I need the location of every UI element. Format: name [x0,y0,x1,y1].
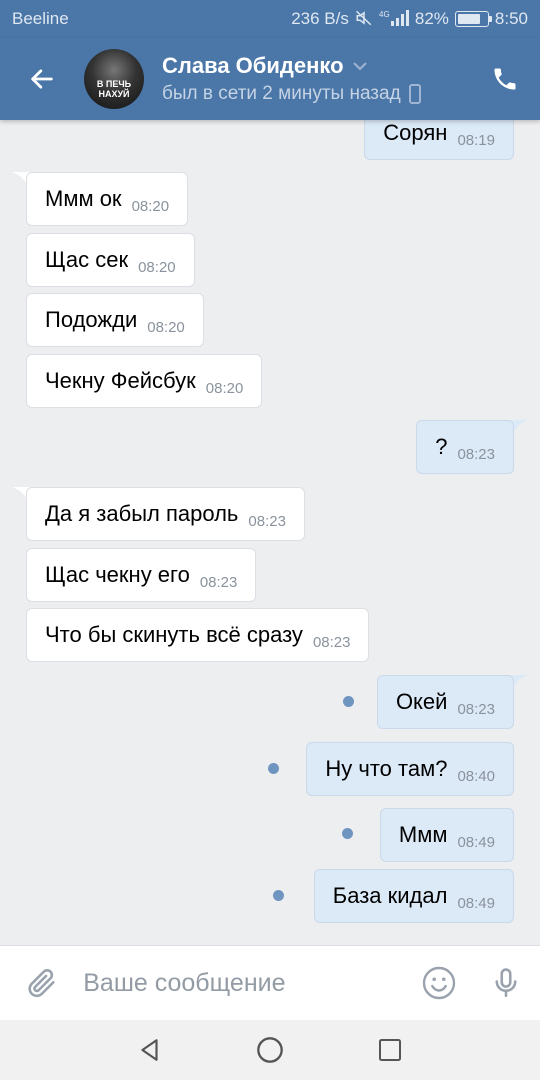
nav-back-button[interactable] [132,1032,168,1068]
nav-recents-button[interactable] [372,1032,408,1068]
message-incoming[interactable]: Ммм ок 08:20 [26,172,189,226]
status-bar: Beeline 236 B/s 4G 82% 8:50 [0,0,540,38]
unread-indicator [268,763,279,774]
message-incoming[interactable]: Щас чекну его 08:23 [26,548,257,602]
message-outgoing[interactable]: База кидал 08:49 [313,869,514,923]
avatar-caption-2: НАХУЙ [98,89,130,99]
message-time: 08:23 [248,512,286,530]
message-time: 08:23 [457,445,495,463]
compose-bar [0,945,540,1020]
message-text: Сорян [383,120,448,145]
message-text: База кидал [332,883,448,908]
message-time: 08:20 [131,197,170,215]
message-time: 08:23 [199,573,238,591]
unread-indicator [273,890,284,901]
message-input[interactable] [83,968,406,998]
message-time: 08:49 [457,894,495,912]
unread-indicator [342,828,353,839]
call-button[interactable] [470,38,540,120]
message-incoming[interactable]: Да я забыл пароль 08:23 [26,487,305,541]
back-button[interactable] [0,38,84,120]
battery-icon [454,11,492,27]
message-text: Подожди [45,307,138,332]
unread-indicator [343,696,354,707]
message-text: ? [435,434,448,459]
avatar-caption-1: В ПЕЧЬ [96,79,132,89]
message-text: Окей [395,689,448,714]
chevron-down-icon [352,62,367,71]
arrow-left-icon [31,69,53,89]
microphone-icon [495,968,517,998]
message-text: Да я забыл пароль [45,501,239,526]
message-text: Щас сек [45,247,129,272]
network-type: 4G [379,10,390,19]
message-outgoing[interactable]: Окей 08:23 [376,675,514,729]
message-incoming[interactable]: Щас сек 08:20 [26,233,195,287]
message-incoming[interactable]: Чекну Фейсбук 08:20 [26,354,263,408]
message-outgoing[interactable]: Ну что там? 08:40 [306,742,514,796]
contact-info[interactable]: Слава Обиденко был в сети 2 минуты назад [162,53,470,105]
contact-name: Слава Обиденко [162,53,344,78]
message-text: Ну что там? [325,756,448,781]
carrier-label: Beeline [12,9,69,28]
message-text: Ммм [398,822,448,847]
circle-home-icon [257,1037,283,1063]
message-time: 08:40 [457,767,495,785]
message-incoming[interactable]: Что бы скинуть всё сразу 08:23 [26,608,370,662]
message-text: Ммм ок [45,186,122,211]
phone-icon [494,68,516,90]
system-nav-bar [0,1020,540,1080]
message-text: Щас чекну его [45,562,190,587]
message-list[interactable]: Сорян 08:19 Ммм ок 08:20 Щас сек 08:20 П… [0,120,540,945]
message-outgoing[interactable]: Ммм 08:49 [379,808,514,862]
message-time: 08:23 [457,700,495,718]
message-time: 08:20 [147,318,185,336]
voice-message-button[interactable] [473,946,540,1021]
clock: 8:50 [494,9,528,28]
smiley-icon [422,966,456,1000]
avatar[interactable]: В ПЕЧЬ НАХУЙ [84,49,144,109]
mute-icon [355,9,373,30]
battery-percent: 82% [414,9,449,28]
message-text: Что бы скинуть всё сразу [45,622,303,647]
message-time: 08:23 [312,633,351,651]
message-incoming[interactable]: Подожди 08:20 [26,293,204,347]
triangle-back-icon [141,1039,158,1061]
message-time: 08:19 [457,131,495,149]
contact-name-row: Слава Обиденко [162,53,470,79]
nav-home-button[interactable] [252,1032,288,1068]
emoji-button[interactable] [405,946,472,1021]
message-outgoing[interactable]: Сорян 08:19 [364,120,514,160]
message-time: 08:20 [205,379,244,397]
network-speed: 236 B/s [291,9,349,28]
chat-header: В ПЕЧЬ НАХУЙ Слава Обиденко был в сети 2… [0,38,540,120]
paperclip-icon [28,969,55,998]
message-text: Чекну Фейсбук [45,368,196,393]
signal-icon: 4G [379,9,409,30]
contact-status: был в сети 2 минуты назад [162,83,401,104]
message-time: 08:20 [138,258,176,276]
status-right: 236 B/s 4G 82% 8:50 [291,9,528,30]
message-outgoing[interactable]: ? 08:23 [416,420,514,474]
message-time: 08:49 [457,833,495,851]
square-recents-icon [379,1039,401,1061]
attach-button[interactable] [0,946,83,1021]
contact-status-row: был в сети 2 минуты назад [162,83,470,105]
mobile-device-icon [408,84,421,104]
